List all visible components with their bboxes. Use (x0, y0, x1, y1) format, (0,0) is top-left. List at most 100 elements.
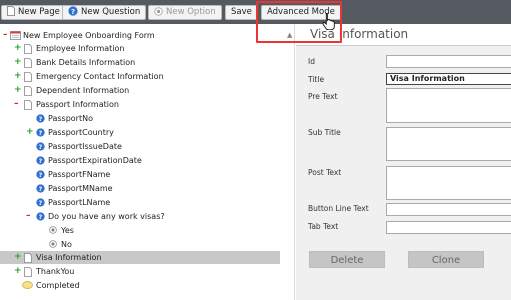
question-icon: ? (36, 170, 45, 179)
question-icon: ? (36, 212, 45, 221)
tree-item-label: PassportLName (48, 198, 111, 207)
svg-text:?: ? (39, 144, 43, 151)
question-icon: ? (36, 114, 45, 123)
page-icon (24, 72, 32, 82)
collapse-icon[interactable]: – (26, 210, 34, 223)
title-field[interactable]: Visa Information (386, 73, 511, 85)
expand-icon[interactable]: + (14, 265, 22, 278)
expand-icon[interactable]: + (14, 56, 22, 69)
question-icon: ? (68, 6, 78, 16)
tree-item-question[interactable]: ? PassportNo (0, 112, 280, 125)
tree-item-label: PassportMName (48, 184, 113, 193)
tree-item-label: New Employee Onboarding Form (23, 31, 155, 40)
expand-icon[interactable]: + (14, 84, 22, 97)
expand-icon[interactable]: + (14, 70, 22, 83)
tree-item-emergency-contact[interactable]: + Emergency Contact Information (0, 70, 280, 83)
tree-item-option[interactable]: No (0, 238, 280, 251)
page-icon (24, 253, 32, 263)
tab-text-label: Tab Text (308, 222, 339, 231)
page-icon (24, 267, 32, 277)
tree-item-question[interactable]: – ? Do you have any work visas? (0, 210, 280, 223)
tree-item-visa[interactable]: + Visa Information (0, 251, 280, 264)
new-question-button[interactable]: ? New Question (62, 5, 147, 20)
clone-button[interactable]: Clone (408, 251, 484, 268)
post-text-field[interactable] (386, 166, 511, 200)
svg-text:?: ? (39, 186, 43, 193)
new-option-button[interactable]: New Option (148, 5, 222, 20)
tree-item-label: Completed (36, 281, 80, 290)
tree-item-question[interactable]: ? PassportExpirationDate (0, 154, 280, 167)
tree-item-passport[interactable]: – Passport Information (0, 98, 280, 111)
tree-item-label: Dependent Information (36, 86, 130, 95)
title-label: Title (308, 75, 325, 84)
tree-item-label: PassportExpirationDate (48, 156, 142, 165)
save-button[interactable]: Save (225, 5, 258, 20)
id-field[interactable] (386, 55, 511, 68)
sub-title-label: Sub Title (308, 128, 341, 137)
tree-item-label: PassportCountry (48, 128, 114, 137)
new-question-label: New Question (81, 7, 141, 17)
tree-item-thankyou[interactable]: + ThankYou (0, 265, 280, 278)
question-icon: ? (36, 184, 45, 193)
tree-item-question[interactable]: + ? PassportCountry (0, 126, 280, 139)
form-tree: – New Employee Onboarding Form + Employe… (0, 24, 295, 300)
tree-item-label: Do you have any work visas? (48, 212, 165, 221)
tree-item-label: PassportIssueDate (48, 142, 122, 151)
speech-bubble-icon (22, 281, 33, 289)
svg-text:?: ? (39, 200, 43, 207)
new-option-label: New Option (166, 7, 216, 17)
save-label: Save (231, 7, 252, 17)
svg-text:?: ? (39, 172, 43, 179)
tree-item-form[interactable]: – New Employee Onboarding Form (0, 29, 280, 42)
collapse-icon[interactable]: – (14, 98, 22, 111)
tree-item-question[interactable]: ? PassportFName (0, 168, 280, 181)
page-icon (24, 58, 32, 68)
tree-item-question[interactable]: ? PassportIssueDate (0, 140, 280, 153)
expand-icon[interactable]: + (26, 126, 34, 139)
form-icon (10, 31, 21, 40)
properties-panel: ▲ Visa Information Id Title Visa Informa… (287, 24, 511, 300)
pre-text-label: Pre Text (308, 92, 338, 101)
option-icon (154, 7, 163, 16)
svg-text:?: ? (39, 116, 43, 123)
id-label: Id (308, 57, 315, 66)
radio-option-icon (49, 226, 57, 234)
sub-title-field[interactable] (386, 127, 511, 161)
tree-item-completed[interactable]: Completed (0, 279, 280, 292)
page-icon (24, 100, 32, 110)
new-page-label: New Page (18, 7, 60, 17)
tree-item-question[interactable]: ? PassportMName (0, 182, 280, 195)
delete-button[interactable]: Delete (309, 251, 385, 268)
question-icon: ? (36, 128, 45, 137)
tree-item-label: No (61, 240, 72, 249)
new-page-button[interactable]: New Page (1, 5, 66, 20)
page-icon (24, 44, 32, 54)
tree-item-bank-details[interactable]: + Bank Details Information (0, 56, 280, 69)
expand-icon[interactable]: + (14, 42, 22, 55)
tree-item-employee-information[interactable]: + Employee Information (0, 42, 280, 55)
question-icon: ? (36, 156, 45, 165)
radio-option-icon (49, 240, 57, 248)
tree-item-label: Emergency Contact Information (36, 72, 164, 81)
tree-item-dependent[interactable]: + Dependent Information (0, 84, 280, 97)
tree-item-question[interactable]: ? PassportLName (0, 196, 280, 209)
tree-item-label: Visa Information (36, 253, 102, 262)
svg-text:?: ? (39, 130, 43, 137)
tree-item-label: Passport Information (36, 100, 119, 109)
button-line-text-field[interactable] (386, 203, 511, 216)
tree-item-option[interactable]: Yes (0, 224, 280, 237)
hand-cursor-icon (322, 13, 335, 30)
svg-text:?: ? (39, 214, 43, 221)
page-icon (7, 6, 15, 16)
tree-item-label: PassportFName (48, 170, 111, 179)
page-icon (24, 86, 32, 96)
button-line-text-label: Button Line Text (308, 204, 369, 213)
tab-text-field[interactable] (386, 221, 511, 234)
question-icon: ? (36, 142, 45, 151)
tree-item-label: Bank Details Information (36, 58, 136, 67)
expand-icon[interactable]: + (14, 251, 22, 264)
tree-item-label: Employee Information (36, 44, 125, 53)
svg-text:?: ? (71, 8, 75, 16)
question-icon: ? (36, 198, 45, 207)
pre-text-field[interactable] (386, 88, 511, 123)
